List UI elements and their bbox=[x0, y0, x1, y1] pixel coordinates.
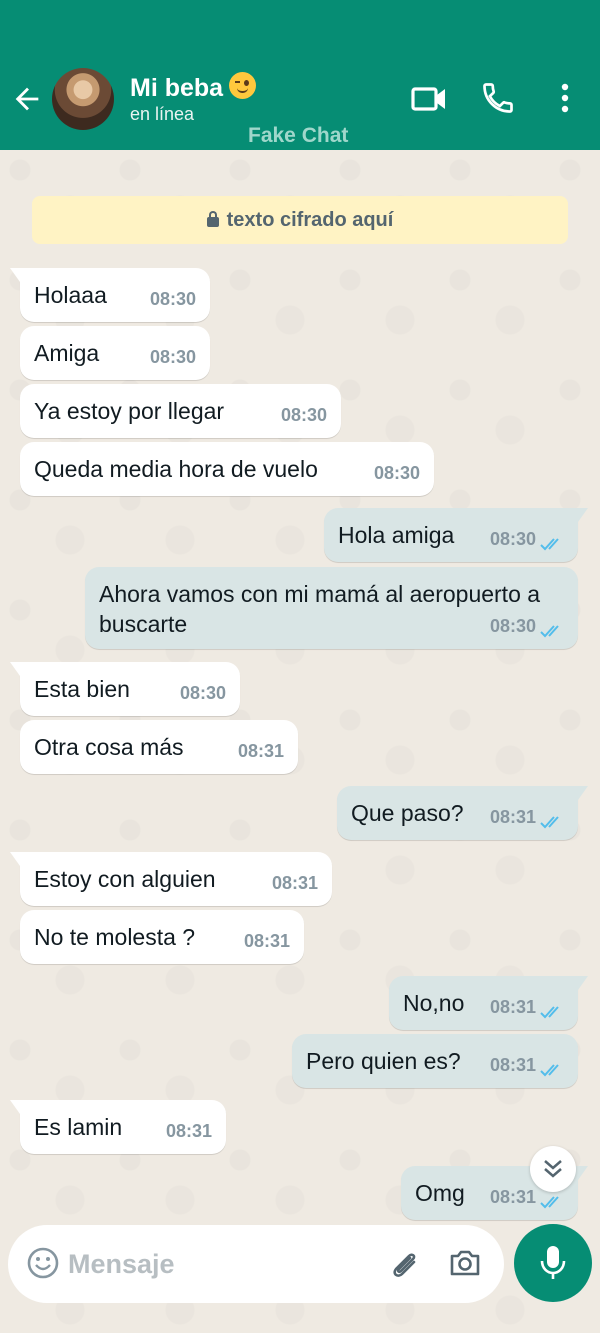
message-time: 08:31 bbox=[489, 997, 536, 1017]
message-text: Hola amiga bbox=[338, 522, 455, 548]
microphone-button[interactable] bbox=[514, 1224, 592, 1302]
lock-icon bbox=[206, 211, 219, 227]
message-text: Es lamin bbox=[34, 1114, 123, 1140]
message-bubble-incoming[interactable]: Esta bien 08:30 bbox=[10, 662, 240, 716]
avatar[interactable] bbox=[52, 68, 114, 130]
chat-header: Mi beba en línea Fake Chat bbox=[0, 0, 600, 150]
contact-name-text: Mi beba bbox=[130, 74, 224, 102]
message-time: 08:30 bbox=[149, 347, 196, 367]
message-text: Que paso? bbox=[351, 800, 464, 826]
message-bubble-incoming[interactable]: Queda media hora de vuelo 08:30 bbox=[20, 442, 434, 496]
message-time: 08:30 bbox=[373, 463, 420, 483]
message-time: 08:31 bbox=[237, 741, 284, 761]
read-ticks-icon bbox=[540, 1006, 559, 1019]
contact-name[interactable]: Mi beba bbox=[130, 72, 257, 103]
message-text: Queda media hora de vuelo bbox=[34, 456, 318, 482]
wink-emoji-icon bbox=[229, 72, 257, 99]
message-bubble-outgoing[interactable]: Ahora vamos con mi mamá al aeropuerto a … bbox=[85, 567, 578, 649]
message-time: 08:31 bbox=[489, 807, 536, 827]
read-ticks-icon bbox=[540, 538, 559, 551]
phone-call-icon[interactable] bbox=[480, 80, 516, 116]
emoji-icon[interactable] bbox=[26, 1246, 60, 1280]
message-text: No te molesta ? bbox=[34, 924, 196, 950]
message-time: 08:30 bbox=[489, 616, 536, 636]
message-time: 08:30 bbox=[489, 529, 536, 549]
message-bubble-incoming[interactable]: Otra cosa más 08:31 bbox=[20, 720, 298, 774]
message-input[interactable] bbox=[68, 1243, 368, 1285]
read-ticks-icon bbox=[540, 816, 559, 829]
watermark-text: Fake Chat bbox=[248, 124, 349, 147]
message-bubble-incoming[interactable]: Holaaa 08:30 bbox=[10, 268, 210, 322]
microphone-icon bbox=[540, 1246, 566, 1279]
chat-area[interactable]: texto cifrado aquí Holaaa 08:30 Amiga 08… bbox=[0, 150, 600, 1333]
message-text: Amiga bbox=[34, 340, 100, 366]
message-composer bbox=[8, 1225, 504, 1303]
double-chevron-down-icon bbox=[544, 1160, 562, 1178]
back-arrow-icon[interactable] bbox=[10, 82, 44, 116]
message-time: 08:31 bbox=[271, 873, 318, 893]
message-time: 08:30 bbox=[149, 289, 196, 309]
message-time: 08:31 bbox=[243, 931, 290, 951]
read-ticks-icon bbox=[540, 625, 559, 638]
message-text: Esta bien bbox=[34, 676, 130, 702]
message-time: 08:31 bbox=[489, 1055, 536, 1075]
message-bubble-outgoing[interactable]: Hola amiga 08:30 bbox=[324, 508, 588, 562]
message-text: Pero quien es? bbox=[306, 1048, 461, 1074]
message-bubble-incoming[interactable]: Ya estoy por llegar 08:30 bbox=[20, 384, 341, 438]
encryption-notice-text: texto cifrado aquí bbox=[226, 209, 394, 231]
read-ticks-icon bbox=[540, 1064, 559, 1077]
message-text: Ya estoy por llegar bbox=[34, 398, 225, 424]
message-text: Holaaa bbox=[34, 282, 107, 308]
scroll-to-bottom-button[interactable] bbox=[530, 1146, 576, 1192]
message-bubble-incoming[interactable]: Es lamin 08:31 bbox=[10, 1100, 226, 1154]
camera-icon[interactable] bbox=[448, 1246, 482, 1280]
read-ticks-icon bbox=[540, 1196, 559, 1209]
message-text: Omg bbox=[415, 1180, 465, 1206]
message-bubble-outgoing[interactable]: No,no 08:31 bbox=[389, 976, 588, 1030]
message-bubble-outgoing[interactable]: Pero quien es? 08:31 bbox=[292, 1034, 578, 1088]
contact-status: en línea bbox=[130, 104, 195, 124]
message-time: 08:30 bbox=[280, 405, 327, 425]
message-bubble-incoming[interactable]: Estoy con alguien 08:31 bbox=[10, 852, 332, 906]
attach-icon[interactable] bbox=[388, 1246, 422, 1282]
message-text: Otra cosa más bbox=[34, 734, 184, 760]
more-options-icon[interactable] bbox=[552, 80, 578, 116]
encryption-notice: texto cifrado aquí bbox=[32, 196, 568, 244]
message-bubble-incoming[interactable]: No te molesta ? 08:31 bbox=[20, 910, 304, 964]
message-bubble-outgoing[interactable]: Que paso? 08:31 bbox=[337, 786, 588, 840]
message-bubble-incoming[interactable]: Amiga 08:30 bbox=[20, 326, 210, 380]
video-call-icon[interactable] bbox=[410, 82, 448, 116]
message-time: 08:30 bbox=[179, 683, 226, 703]
message-text: No,no bbox=[403, 990, 465, 1016]
message-time: 08:31 bbox=[165, 1121, 212, 1141]
message-text: Estoy con alguien bbox=[34, 866, 216, 892]
